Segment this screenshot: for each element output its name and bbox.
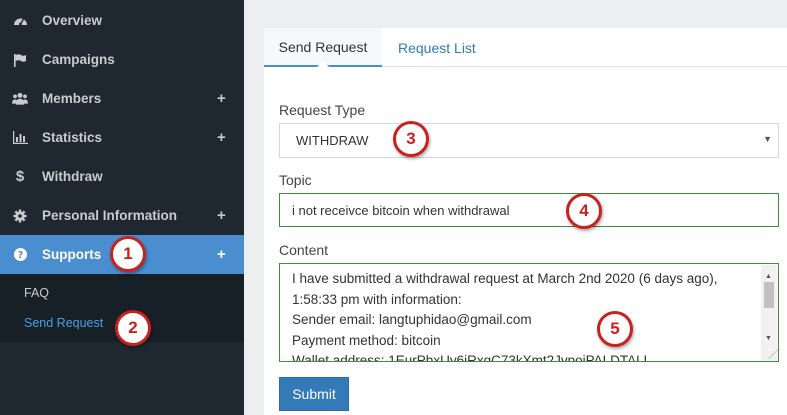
resize-grip-icon[interactable] — [759, 349, 778, 359]
dashboard-icon — [12, 13, 28, 29]
sidebar-item-campaigns[interactable]: Campaigns — [0, 40, 244, 79]
request-type-value: WITHDRAW — [296, 133, 369, 148]
content-line: Sender email: langtuphidao@gmail.com — [292, 312, 532, 327]
content-textarea[interactable]: I have submitted a withdrawal request at… — [279, 263, 779, 362]
expand-icon[interactable]: + — [217, 207, 226, 224]
sidebar-item-label: Personal Information — [42, 208, 178, 223]
gear-icon — [12, 208, 28, 224]
content-line: I have submitted a withdrawal request at… — [292, 271, 718, 286]
request-type-label: Request Type — [279, 102, 366, 118]
callout-marker-1: 1 — [110, 236, 146, 272]
expand-icon[interactable]: + — [217, 90, 226, 107]
sidebar-item-withdraw[interactable]: $ Withdraw — [0, 157, 244, 196]
sidebar-item-statistics[interactable]: Statistics + — [0, 118, 244, 157]
flag-icon — [12, 52, 28, 68]
submenu-item-faq[interactable]: FAQ — [24, 286, 49, 300]
caret-down-icon: ▼ — [763, 134, 772, 144]
sidebar-item-personal-information[interactable]: Personal Information + — [0, 196, 244, 235]
scroll-down-icon[interactable]: ▼ — [765, 329, 772, 350]
callout-marker-3: 3 — [393, 121, 429, 157]
bar-chart-icon — [12, 130, 28, 146]
active-tab-caret — [317, 61, 329, 67]
submenu-item-send-request[interactable]: Send Request — [24, 316, 103, 330]
topic-value: i not receivce bitcoin when withdrawal — [292, 202, 510, 218]
expand-icon[interactable]: + — [217, 246, 226, 263]
request-panel: Send Request Request List Request Type W… — [264, 28, 787, 415]
content-label: Content — [279, 242, 329, 258]
content-line: Payment method: bitcoin — [292, 332, 441, 348]
dollar-icon: $ — [15, 168, 25, 185]
tab-label: Request List — [398, 39, 476, 56]
sidebar-item-label: Members — [42, 91, 102, 106]
sidebar-item-label: Supports — [42, 247, 102, 262]
request-type-select[interactable]: WITHDRAW ▼ — [279, 123, 779, 158]
textarea-scrollbar[interactable]: ▲ ▼ — [759, 265, 778, 361]
callout-marker-4: 4 — [566, 193, 602, 229]
expand-icon[interactable]: + — [217, 129, 226, 146]
sidebar-item-members[interactable]: Members + — [0, 79, 244, 118]
tab-label: Send Request — [278, 38, 368, 55]
callout-marker-5: 5 — [597, 311, 633, 347]
question-icon: ? — [12, 247, 28, 263]
callout-marker-2: 2 — [115, 310, 151, 346]
sidebar-item-label: Withdraw — [42, 169, 103, 184]
svg-text:?: ? — [17, 250, 23, 261]
sidebar-item-label: Campaigns — [42, 52, 115, 67]
tab-bar: Send Request Request List — [264, 28, 787, 67]
sidebar-item-label: Overview — [42, 13, 103, 28]
sidebar: Overview Campaigns Members + Statistics … — [0, 0, 244, 415]
sidebar-item-overview[interactable]: Overview — [0, 1, 244, 40]
content-line: 1:58:33 pm with information: — [292, 291, 462, 307]
topic-label: Topic — [279, 172, 312, 188]
users-icon — [12, 91, 28, 107]
content-line: Wallet address: 1EurPbxUy6iRxqC73kXmt2Jy… — [292, 353, 652, 362]
scrollbar-thumb[interactable] — [764, 282, 774, 308]
topic-input[interactable]: i not receivce bitcoin when withdrawal — [279, 193, 779, 227]
tab-request-list[interactable]: Request List — [398, 28, 476, 67]
sidebar-item-label: Statistics — [42, 130, 103, 145]
submit-button[interactable]: Submit — [279, 377, 349, 411]
submit-label: Submit — [292, 386, 336, 402]
